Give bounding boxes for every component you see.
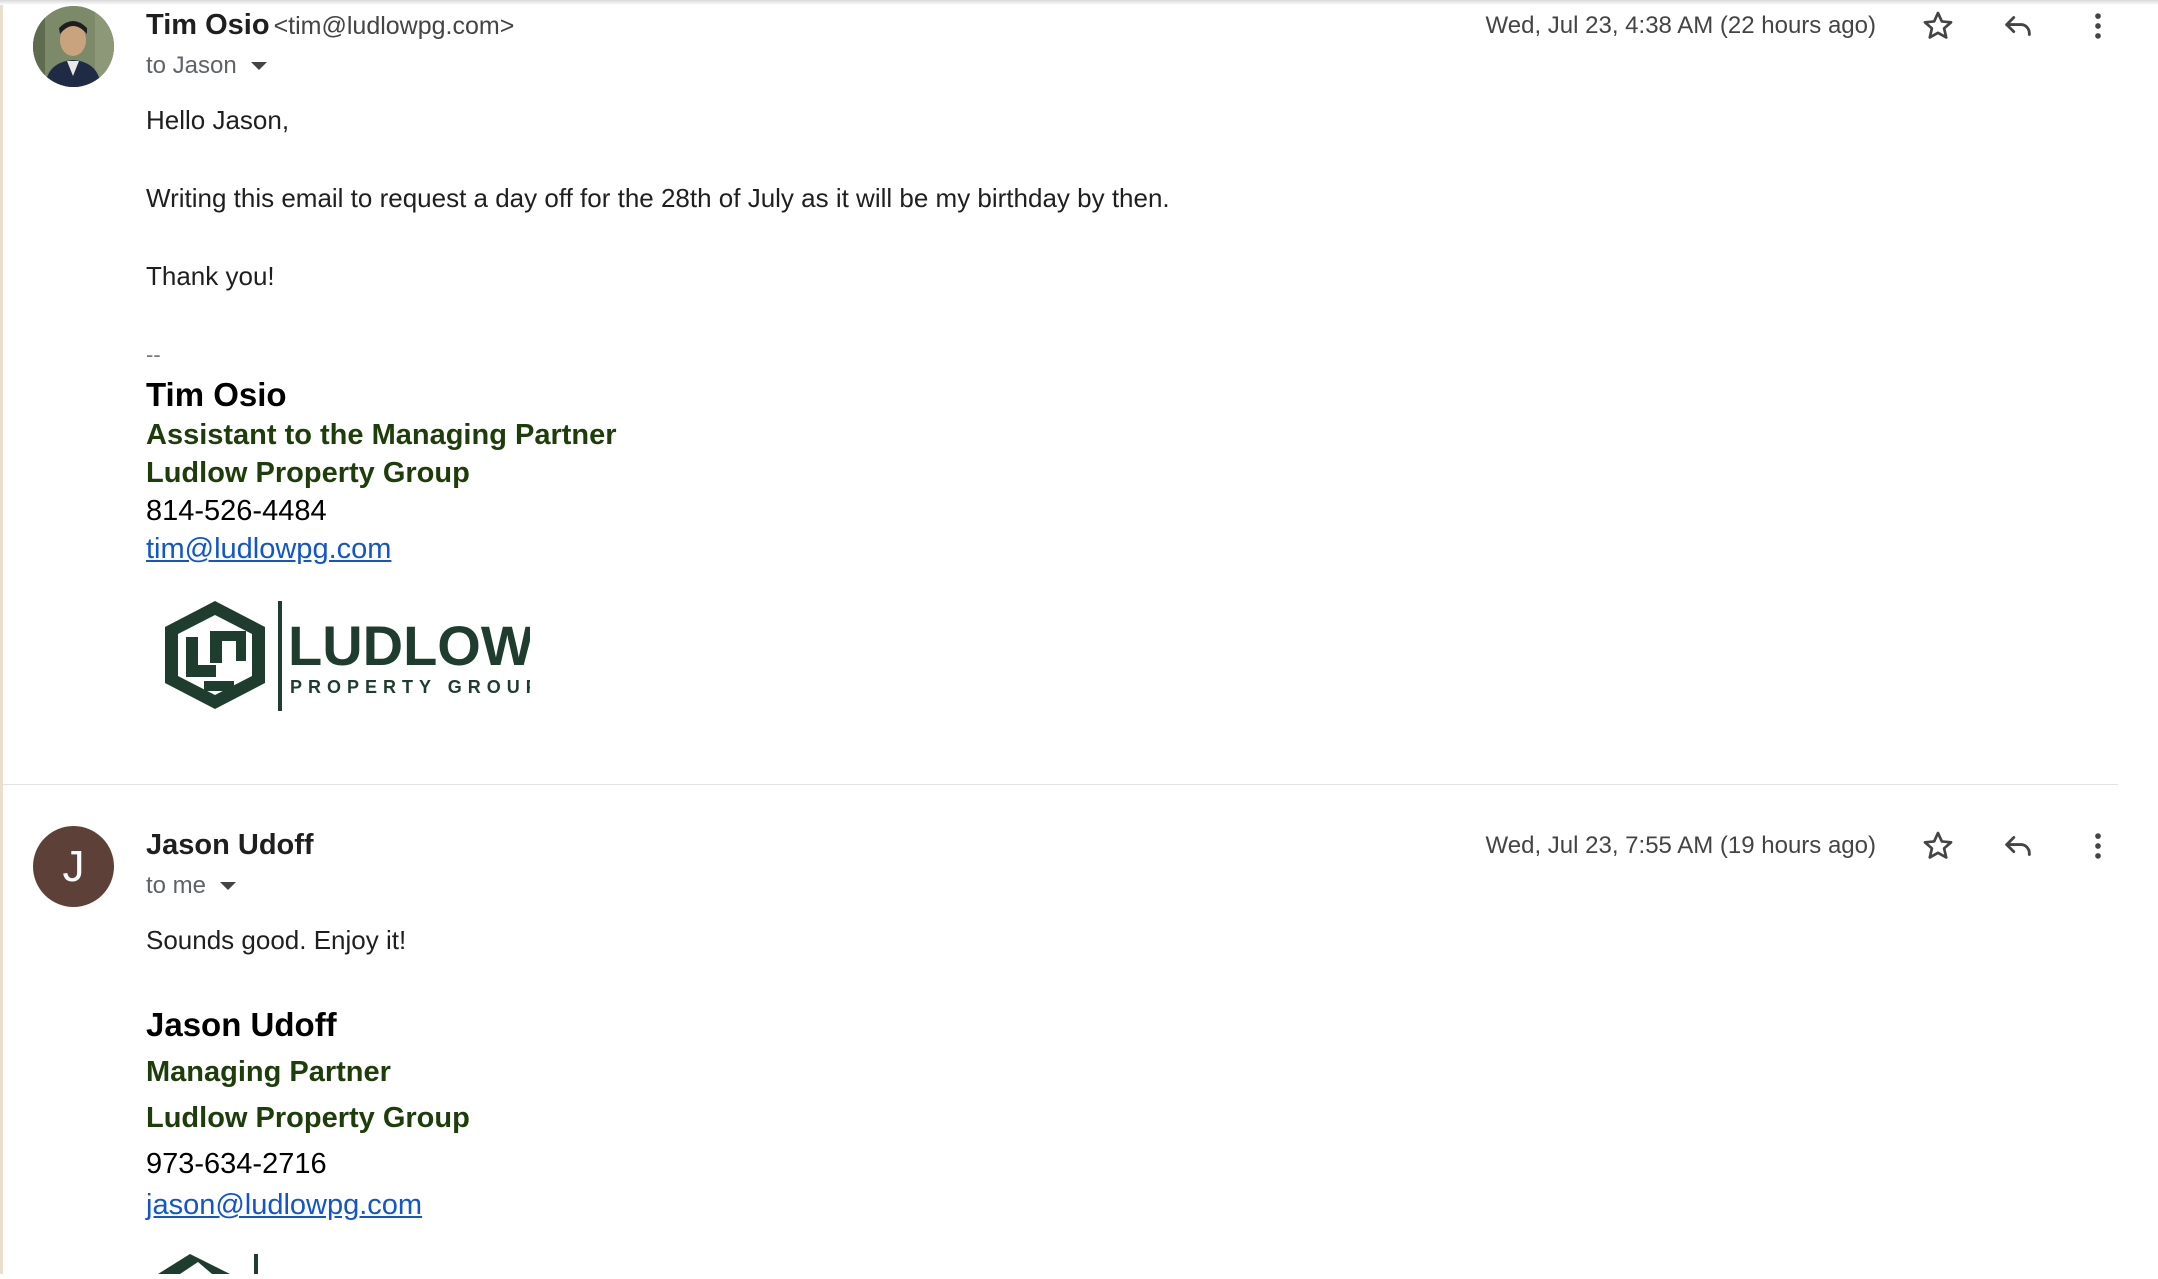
- sender-avatar[interactable]: [33, 6, 114, 87]
- signature-name: Tim Osio: [146, 376, 287, 413]
- star-button[interactable]: [1916, 4, 1960, 48]
- message-date: Wed, Jul 23, 7:55 AM (19 hours ago): [1485, 832, 1876, 859]
- signature-email-link[interactable]: tim@ludlowpg.com: [146, 533, 391, 566]
- signature-title: Managing Partner: [146, 1056, 391, 1088]
- star-icon: [1923, 831, 1953, 859]
- sender-avatar[interactable]: J: [33, 826, 114, 907]
- company-logo-partial: [150, 1250, 350, 1279]
- message-body-line: Writing this email to request a day off …: [146, 183, 1170, 213]
- more-vert-icon: [2095, 13, 2101, 39]
- company-logo: LUDLOW PROPERTY GROUP: [160, 597, 538, 718]
- sender-name[interactable]: Jason Udoff: [146, 829, 314, 862]
- window-left-edge: [0, 0, 3, 1274]
- recipient-dropdown[interactable]: to Jason: [146, 52, 267, 80]
- chevron-down-icon: [250, 62, 267, 70]
- ludlow-logo-icon: LUDLOW PROPERTY GROUP: [165, 601, 538, 711]
- recipient-label: to me: [146, 872, 207, 899]
- signature-email-link[interactable]: jason@ludlowpg.com: [146, 1189, 422, 1222]
- signature-phone: 973-634-2716: [146, 1148, 327, 1180]
- person-photo-icon: [33, 6, 114, 87]
- message-body-line: Hello Jason,: [146, 105, 290, 135]
- reply-button[interactable]: [1996, 824, 2040, 868]
- more-options-button[interactable]: [2076, 824, 2120, 868]
- recipient-label: to Jason: [146, 52, 237, 79]
- star-button[interactable]: [1916, 824, 1960, 868]
- signature-company: Ludlow Property Group: [146, 457, 470, 489]
- reply-button[interactable]: [1996, 4, 2040, 48]
- reply-icon: [2005, 16, 2031, 36]
- message-date: Wed, Jul 23, 4:38 AM (22 hours ago): [1485, 12, 1876, 39]
- message-body-line: Sounds good. Enjoy it!: [146, 925, 407, 955]
- signature-name: Jason Udoff: [146, 1006, 337, 1043]
- sender-name-text: Tim Osio: [146, 9, 270, 41]
- window-top-edge: [0, 0, 2158, 5]
- ludlow-logo-cropped-icon: [158, 1254, 258, 1274]
- signature-company: Ludlow Property Group: [146, 1102, 470, 1134]
- message-divider: [3, 784, 2118, 785]
- more-options-button[interactable]: [2076, 4, 2120, 48]
- signature-separator: --: [146, 342, 161, 367]
- logo-tagline: PROPERTY GROUP: [290, 677, 530, 697]
- signature-phone: 814-526-4484: [146, 495, 327, 527]
- star-icon: [1923, 11, 1953, 39]
- more-vert-icon: [2095, 833, 2101, 859]
- logo-wordmark: LUDLOW: [288, 614, 530, 677]
- signature-title: Assistant to the Managing Partner: [146, 419, 617, 451]
- chevron-down-icon: [220, 882, 237, 890]
- sender-email: <tim@ludlowpg.com>: [273, 12, 515, 40]
- sender-name[interactable]: Tim Osio <tim@ludlowpg.com>: [146, 9, 514, 42]
- recipient-dropdown[interactable]: to me: [146, 872, 237, 900]
- message-body-line: Thank you!: [146, 261, 275, 291]
- reply-icon: [2005, 836, 2031, 856]
